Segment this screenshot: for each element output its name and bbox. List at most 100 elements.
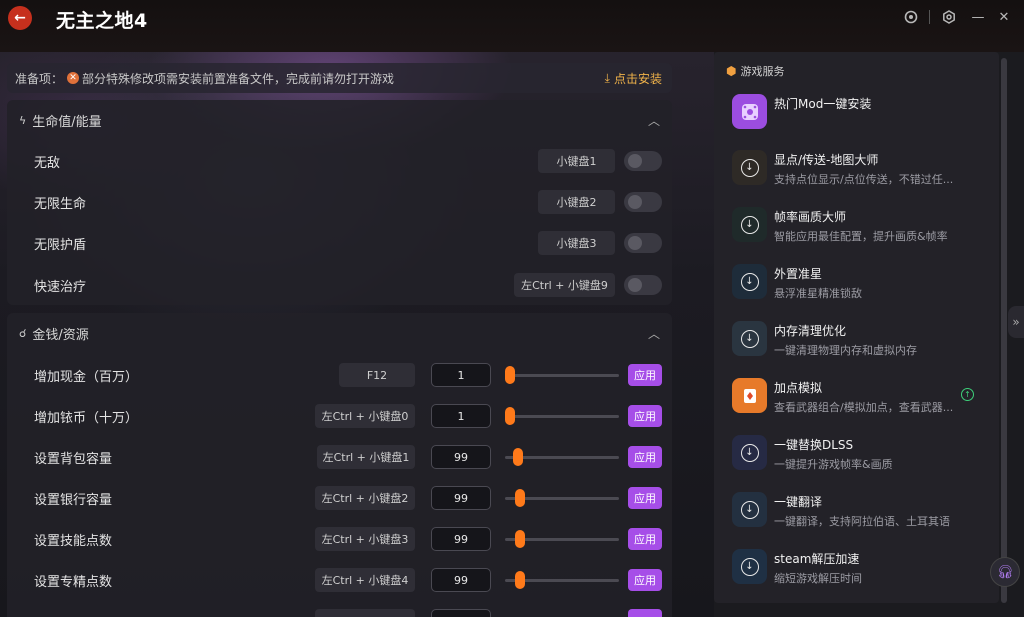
cube-icon: ⬢ xyxy=(726,64,737,78)
apply-button[interactable]: 应用 xyxy=(628,528,662,550)
cheat-label: 无限护盾 xyxy=(34,237,87,253)
apply-button[interactable]: 应用 xyxy=(628,405,662,427)
settings-button[interactable] xyxy=(940,8,958,26)
slider-thumb[interactable] xyxy=(513,448,523,466)
close-button[interactable]: ✕ xyxy=(995,8,1013,26)
section-title: 生命值/能量 xyxy=(32,114,102,130)
title-bar: ← 无主之地4 — ✕ xyxy=(0,0,1024,52)
value-slider[interactable] xyxy=(505,363,619,387)
back-button[interactable]: ← xyxy=(8,6,32,30)
value-input[interactable]: 99 xyxy=(431,445,491,469)
cheat-label: 无敌 xyxy=(34,155,61,171)
service-desc: 一键清理物理内存和虚拟内存 xyxy=(774,344,917,357)
service-item-memory[interactable]: ↓ 内存清理优化 一键清理物理内存和虚拟内存 xyxy=(732,321,992,361)
resource-row: 增加铱币（十万） 左Ctrl + 小键盘0 1 应用 xyxy=(7,404,672,428)
health-section: ϟ 生命值/能量 ︿ 无敌 小键盘1 无限生命 小键盘2 无限护盾 小键盘3 快… xyxy=(7,100,672,305)
hotkey-button[interactable]: 左Ctrl + 小键盘1 xyxy=(317,445,415,469)
update-icon[interactable]: ↑ xyxy=(961,388,974,401)
apply-button[interactable]: 应用 xyxy=(628,569,662,591)
value-slider[interactable] xyxy=(505,486,619,510)
value-input[interactable]: 99 xyxy=(431,486,491,510)
hotkey-button[interactable]: 左Ctrl + 小键盘3 xyxy=(315,527,415,551)
cheat-row: 快速治疗 左Ctrl + 小键盘9 xyxy=(7,273,672,297)
service-desc: 查看武器组合/模拟加点，查看武器... xyxy=(774,401,954,414)
apply-button[interactable]: 应用 xyxy=(628,446,662,468)
close-icon: ✕ xyxy=(998,9,1010,25)
service-item-translate[interactable]: ↓ 一键翻译 一键翻译，支持阿拉伯语、土耳其语 xyxy=(732,492,992,532)
bell-icon xyxy=(904,10,918,24)
value-slider[interactable] xyxy=(505,445,619,469)
minimize-button[interactable]: — xyxy=(969,8,987,26)
apply-button[interactable]: 应用 xyxy=(628,364,662,386)
cheat-row: 无敌 小键盘1 xyxy=(7,149,672,173)
download-icon: ↓ xyxy=(732,492,767,527)
slider-thumb[interactable] xyxy=(505,407,515,425)
hotkey-button[interactable]: 小键盘3 xyxy=(538,231,615,255)
resource-label: 增加铱币（十万） xyxy=(34,410,139,426)
download-icon: ⤓ xyxy=(604,71,610,85)
cheat-toggle[interactable] xyxy=(624,192,662,212)
notice-prefix: 准备项： xyxy=(15,71,64,86)
section-title: 金钱/资源 xyxy=(32,327,89,343)
hotkey-button[interactable]: 小键盘1 xyxy=(538,149,615,173)
hotkey-button[interactable]: 小键盘2 xyxy=(538,190,615,214)
service-item-skill[interactable]: 加点模拟 查看武器组合/模拟加点，查看武器... ↑ xyxy=(732,378,992,418)
value-input[interactable]: 1 xyxy=(431,404,491,428)
cheat-toggle[interactable] xyxy=(624,151,662,171)
value-slider[interactable] xyxy=(505,404,619,428)
apply-button[interactable] xyxy=(628,609,662,617)
money-bag-icon: ☌ xyxy=(19,326,27,340)
hotkey-button[interactable]: 左Ctrl + 小键盘4 xyxy=(315,568,415,592)
download-icon: ↓ xyxy=(732,150,767,185)
page-title: 无主之地4 xyxy=(56,10,148,32)
value-slider[interactable] xyxy=(505,568,619,592)
hotkey-button[interactable]: 左Ctrl + 小键盘0 xyxy=(315,404,415,428)
slider-thumb[interactable] xyxy=(515,489,525,507)
section-header[interactable]: ϟ 生命值/能量 ︿ xyxy=(7,100,672,140)
service-desc: 缩短游戏解压时间 xyxy=(774,572,862,585)
chevron-up-icon[interactable]: ︿ xyxy=(648,112,660,129)
services-header: ⬢ 游戏服务 xyxy=(726,63,784,79)
hotkey-button[interactable]: 左Ctrl + 小键盘9 xyxy=(514,273,615,297)
expand-panel-button[interactable]: » xyxy=(1008,306,1024,338)
slider-thumb[interactable] xyxy=(515,530,525,548)
cheat-toggle[interactable] xyxy=(624,275,662,295)
hotkey-button[interactable] xyxy=(315,609,415,617)
value-input[interactable] xyxy=(431,609,491,617)
value-input[interactable]: 99 xyxy=(431,527,491,551)
service-item-mod[interactable]: 热门Mod一键安装 xyxy=(732,94,992,134)
skill-icon xyxy=(732,378,767,413)
notice-message: 部分特殊修改项需安装前置准备文件，完成前请勿打开游戏 xyxy=(82,71,395,86)
resource-row: 增加现金（百万） F12 1 应用 xyxy=(7,363,672,387)
service-name: 热门Mod一键安装 xyxy=(774,97,872,111)
value-input[interactable]: 99 xyxy=(431,568,491,592)
slider-thumb[interactable] xyxy=(515,571,525,589)
support-button[interactable]: 🎧︎ xyxy=(990,557,1020,587)
money-section: ☌ 金钱/资源 ︿ 增加现金（百万） F12 1 应用 增加铱币（十万） 左Ct… xyxy=(7,313,672,617)
warning-icon: ✕ xyxy=(67,72,80,84)
service-item-map[interactable]: ↓ 显点/传送-地图大师 支持点位显示/点位传送，不错过任... xyxy=(732,150,992,190)
game-services-panel: ⬢ 游戏服务 热门Mod一键安装 ↓ 显点/传送-地图大师 支持点位显示/点位传… xyxy=(714,52,999,603)
cheat-label: 无限生命 xyxy=(34,196,87,212)
service-desc: 支持点位显示/点位传送，不错过任... xyxy=(774,173,954,186)
service-item-dlss[interactable]: ↓ 一键替换DLSS 一键提升游戏帧率&画质 xyxy=(732,435,992,475)
cheat-toggle[interactable] xyxy=(624,233,662,253)
resource-row: 设置技能点数 左Ctrl + 小键盘3 99 应用 xyxy=(7,527,672,551)
value-slider[interactable] xyxy=(505,527,619,551)
services-scrollbar[interactable] xyxy=(1001,58,1007,603)
service-item-steam[interactable]: ↓ steam解压加速 缩短游戏解压时间 xyxy=(732,549,992,589)
value-input[interactable]: 1 xyxy=(431,363,491,387)
service-desc: 一键翻译，支持阿拉伯语、土耳其语 xyxy=(774,515,950,528)
section-header[interactable]: ☌ 金钱/资源 ︿ xyxy=(7,313,672,353)
apply-button[interactable]: 应用 xyxy=(628,487,662,509)
services-title: 游戏服务 xyxy=(740,65,785,78)
notification-button[interactable] xyxy=(902,8,920,26)
service-item-crosshair[interactable]: ↓ 外置准星 悬浮准星精准锁敌 xyxy=(732,264,992,304)
minimize-icon: — xyxy=(971,9,985,25)
chevron-up-icon[interactable]: ︿ xyxy=(648,325,660,342)
install-button[interactable]: ⤓ 点击安装 xyxy=(605,70,662,87)
slider-thumb[interactable] xyxy=(505,366,515,384)
hotkey-button[interactable]: F12 xyxy=(339,363,415,387)
hotkey-button[interactable]: 左Ctrl + 小键盘2 xyxy=(315,486,415,510)
service-item-fps[interactable]: ↓ 帧率画质大师 智能应用最佳配置，提升画质&帧率 xyxy=(732,207,992,247)
